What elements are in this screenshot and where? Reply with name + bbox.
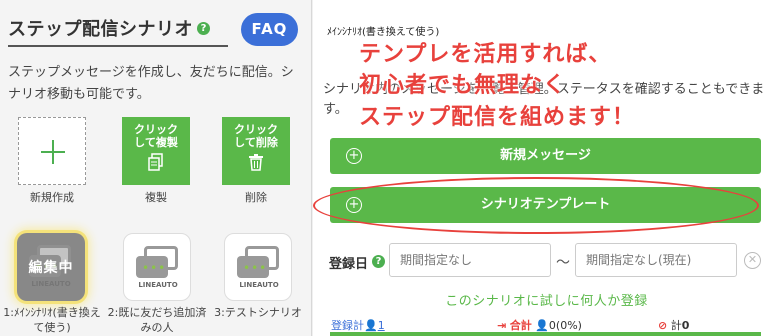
trash-icon <box>249 154 263 171</box>
lineauto-logo-icon: ••• LINEAUTO <box>136 246 180 289</box>
block-icon: ⊘ <box>658 319 668 332</box>
range-separator: 〜 <box>556 255 570 271</box>
new-scenario-button[interactable] <box>18 117 86 185</box>
delete-scenario-label: 削除 <box>245 191 267 204</box>
person-icon: 👤 <box>535 319 549 332</box>
help-icon[interactable]: ? <box>372 255 385 268</box>
date-to-input[interactable]: 期間指定なし(現在) <box>575 243 737 277</box>
lineauto-logo-icon: ••• LINEAUTO <box>237 246 281 289</box>
registered-total[interactable]: 登録計👤1 <box>331 317 385 333</box>
highlight-ellipse <box>313 177 759 234</box>
registration-date-label: 登録日 <box>329 257 369 272</box>
outflow-total: ⇥ 合計 👤0(0%) <box>497 319 582 332</box>
copy-scenario-label: 複製 <box>145 191 167 204</box>
scenario-card-1[interactable]: ••• LINEAUTO 編集中 <box>17 233 85 301</box>
editing-badge: 編集中 <box>28 260 74 276</box>
help-icon[interactable]: ? <box>197 22 210 35</box>
promo-overlay-line-1: テンプレを活用すれば、 <box>359 42 612 67</box>
copy-button-text: クリック して複製 <box>134 123 178 149</box>
stopped-total: ⊘ 計0 <box>658 319 690 332</box>
scenario-caption-3: 3:テストシナリオ <box>214 306 302 319</box>
scenario-detail-panel: ﾒｲﾝｼﾅﾘｵ(書き換えて使う) シナリオ内のメッセージを一覧で管理。ステータス… <box>313 0 780 336</box>
copy-icon <box>148 153 163 171</box>
promo-overlay-line-2: 初心者でも無理なく <box>359 73 567 98</box>
new-scenario-label: 新規作成 <box>30 191 74 204</box>
faq-button[interactable]: FAQ <box>241 13 298 46</box>
copy-scenario-button[interactable]: クリック して複製 <box>122 117 190 185</box>
scenario-card-3[interactable]: ••• LINEAUTO <box>224 233 292 301</box>
trial-register-link[interactable]: このシナリオに試しに何人か登録 <box>313 290 780 309</box>
panel-title: ステップ配信シナリオ <box>8 19 193 40</box>
scenario-list-panel: ステップ配信シナリオ ? FAQ ステップメッセージを作成し、友だちに配信。シナ… <box>0 0 312 336</box>
clear-icon[interactable]: ✕ <box>744 252 761 269</box>
scenario-caption-2: 2:既に友だち追加済みの人 <box>107 306 207 334</box>
delete-scenario-button[interactable]: クリック して削除 <box>222 117 290 185</box>
title-divider <box>8 45 228 47</box>
new-message-button[interactable]: + 新規メッセージ <box>330 138 761 174</box>
scenario-card-2[interactable]: ••• LINEAUTO <box>123 233 191 301</box>
bottom-green-bar <box>330 332 761 336</box>
date-from-input[interactable]: 期間指定なし <box>389 243 551 277</box>
scenario-caption-1: 1:ﾒｲﾝｼﾅﾘｵ(書き換えて使う) <box>3 306 101 334</box>
new-message-label: 新規メッセージ <box>500 148 591 163</box>
promo-overlay-line-3: ステップ配信を組めます！ <box>359 105 636 130</box>
circle-plus-icon: + <box>346 148 362 164</box>
delete-button-text: クリック して削除 <box>234 123 278 149</box>
person-icon: 👤 <box>364 319 378 332</box>
panel-description: ステップメッセージを作成し、友だちに配信。シナリオ移動も可能です。 <box>8 65 294 102</box>
exit-icon: ⇥ <box>497 319 507 332</box>
